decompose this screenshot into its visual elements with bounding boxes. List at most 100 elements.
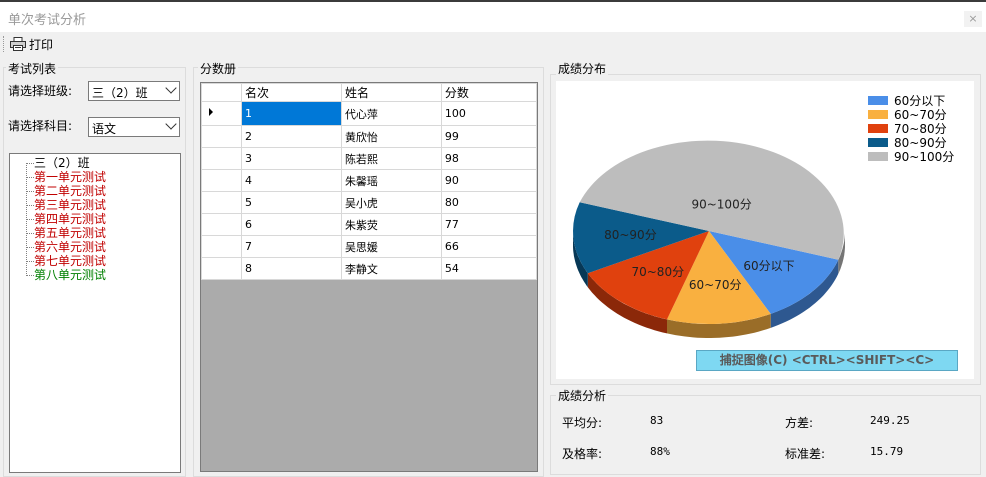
tree-item[interactable]: 第六单元测试 (34, 240, 106, 254)
name-cell[interactable]: 李静文 (340, 257, 442, 280)
column-header-rank[interactable]: 名次 (241, 83, 342, 102)
legend-swatch (868, 109, 888, 119)
pie-slice-label: 90~100分 (691, 198, 751, 212)
tree-branch (26, 233, 34, 234)
table-header: 名次 姓名 分数 (201, 83, 537, 102)
rank-cell[interactable]: 6 (241, 213, 342, 236)
row-header[interactable] (201, 191, 242, 214)
rank-cell[interactable]: 2 (241, 125, 342, 148)
rank-cell[interactable]: 5 (241, 191, 342, 214)
rank-cell[interactable]: 3 (241, 147, 342, 170)
score-cell[interactable]: 77 (440, 213, 537, 236)
chevron-down-icon (165, 118, 177, 130)
name-cell[interactable]: 吴思媛 (340, 235, 442, 258)
analysis-group (550, 395, 981, 475)
pie-slice-label: 80~90分 (604, 228, 657, 242)
column-header-name[interactable]: 姓名 (340, 83, 442, 102)
legend-entry: 90~100分 (868, 149, 955, 164)
pass-rate-label: 及格率: (562, 447, 603, 461)
toolbar-grip[interactable] (3, 36, 6, 52)
pie-slice-label: 60分以下 (743, 259, 794, 273)
tree-root[interactable]: 三（2）班 (34, 156, 90, 170)
name-cell[interactable]: 代心萍 (340, 101, 442, 126)
rank-cell[interactable]: 4 (241, 169, 342, 192)
table-row[interactable]: 8 李静文 54 (201, 257, 537, 280)
row-header[interactable] (201, 101, 242, 126)
score-cell[interactable]: 99 (440, 125, 537, 148)
name-cell[interactable]: 吴小虎 (340, 191, 442, 214)
score-cell[interactable]: 54 (440, 257, 537, 280)
legend-swatch (868, 95, 888, 105)
tree-branch (26, 177, 34, 178)
average-label: 平均分: (562, 416, 603, 430)
rank-cell[interactable]: 1 (241, 101, 342, 126)
name-cell[interactable]: 朱馨瑶 (340, 169, 442, 192)
score-cell[interactable]: 90 (440, 169, 537, 192)
window-title: 单次考试分析 (8, 13, 87, 28)
exam-tree[interactable]: 三（2）班 第一单元测试 第二单元测试 第三单元测试 第四单元测试 第五单元测试 第六单元… (9, 153, 181, 473)
table-row[interactable]: 7 吴思媛 66 (201, 235, 537, 258)
chevron-down-icon (165, 82, 177, 94)
row-header[interactable] (201, 125, 242, 148)
row-header[interactable] (201, 213, 242, 236)
score-cell[interactable]: 100 (440, 101, 537, 126)
table-row[interactable]: 2 黄欣怡 99 (201, 125, 537, 148)
capture-image-button[interactable]: 捕捉图像(C) <CTRL><SHIFT><C> (696, 350, 958, 371)
window-title-bar: 单次考试分析 × (0, 0, 986, 32)
printer-icon (10, 37, 26, 51)
tree-item[interactable]: 第三单元测试 (34, 198, 106, 212)
tree-branch (26, 219, 34, 220)
row-header[interactable] (201, 235, 242, 258)
close-icon[interactable]: × (964, 11, 982, 27)
pie-slice-label: 70~80分 (631, 265, 684, 279)
tree-item[interactable]: 第八单元测试 (34, 268, 106, 282)
variance-label: 方差: (785, 416, 814, 430)
exam-list-legend: 考试列表 (6, 60, 59, 77)
subject-select-value: 语文 (92, 122, 117, 136)
tree-branch (26, 275, 34, 276)
name-cell[interactable]: 黄欣怡 (340, 125, 442, 148)
score-cell[interactable]: 80 (440, 191, 537, 214)
tree-item[interactable]: 第一单元测试 (34, 170, 106, 184)
score-table: 名次 姓名 分数 1 代心萍 100 2 黄欣怡 99 3 陈若熙 98 4 朱馨瑶 90 5 吴小虎 80… (201, 83, 537, 280)
row-header[interactable] (201, 147, 242, 170)
subject-label: 请选择科目: (8, 119, 73, 133)
score-grid[interactable]: 名次 姓名 分数 1 代心萍 100 2 黄欣怡 99 3 陈若熙 98 4 朱馨瑶 90 5 吴小虎 80… (200, 82, 538, 472)
print-label: 打印 (29, 37, 54, 52)
column-header-score[interactable]: 分数 (440, 83, 537, 102)
tree-item[interactable]: 第四单元测试 (34, 212, 106, 226)
table-row[interactable]: 6 朱紫荧 77 (201, 213, 537, 236)
rank-cell[interactable]: 7 (241, 235, 342, 258)
current-row-arrow-icon (209, 108, 213, 116)
subject-select[interactable]: 语文 (88, 117, 180, 137)
legend-swatch (868, 137, 888, 147)
score-cell[interactable]: 66 (440, 235, 537, 258)
row-header[interactable] (201, 169, 242, 192)
class-select-value: 三（2）班 (92, 86, 148, 100)
legend-label: 90~100分 (894, 149, 955, 164)
legend-swatch (868, 123, 888, 133)
std-label: 标准差: (785, 447, 826, 461)
tree-item[interactable]: 第二单元测试 (34, 184, 106, 198)
table-row[interactable]: 5 吴小虎 80 (201, 191, 537, 214)
tree-branch (26, 205, 34, 206)
score-cell[interactable]: 98 (440, 147, 537, 170)
variance-value: 249.25 (870, 414, 910, 427)
row-header[interactable] (201, 257, 242, 280)
pass-rate-value: 88% (650, 445, 670, 458)
table-row[interactable]: 1 代心萍 100 (201, 101, 537, 126)
chart-legend: 60分以下 60~70分 70~80分 80~90分 90~100分 (868, 93, 955, 164)
print-button[interactable]: 打印 (10, 35, 53, 53)
tree-branch (26, 191, 34, 192)
legend-swatch (868, 151, 888, 161)
class-label: 请选择班级: (8, 84, 73, 98)
tree-branch (26, 261, 34, 262)
class-select[interactable]: 三（2）班 (88, 81, 180, 101)
tree-item[interactable]: 第五单元测试 (34, 226, 106, 240)
name-cell[interactable]: 陈若熙 (340, 147, 442, 170)
name-cell[interactable]: 朱紫荧 (340, 213, 442, 236)
table-row[interactable]: 3 陈若熙 98 (201, 147, 537, 170)
table-row[interactable]: 4 朱馨瑶 90 (201, 169, 537, 192)
rank-cell[interactable]: 8 (241, 257, 342, 280)
tree-item[interactable]: 第七单元测试 (34, 254, 106, 268)
